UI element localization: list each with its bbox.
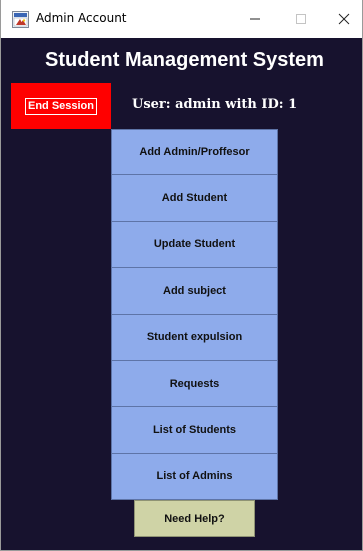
list-of-admins-button[interactable]: List of Admins [111,453,278,501]
need-help-button[interactable]: Need Help? [134,500,255,537]
app-title: Student Management System [45,49,324,71]
window-title: Admin Account [36,11,127,25]
close-button[interactable] [325,0,362,38]
title-bar[interactable]: Admin Account [1,0,362,38]
maximize-icon [296,14,306,24]
update-student-button[interactable]: Update Student [111,221,278,269]
end-session-label: End Session [24,97,98,115]
maximize-button[interactable] [279,0,323,38]
end-session-button[interactable]: End Session [11,83,111,129]
minimize-button[interactable] [233,0,277,38]
admin-menu: Add Admin/Proffesor Add Student Update S… [111,129,278,501]
requests-button[interactable]: Requests [111,360,278,408]
java-app-icon [12,11,29,28]
add-student-button[interactable]: Add Student [111,175,278,222]
minimize-icon [250,18,260,20]
add-subject-button[interactable]: Add subject [111,268,278,315]
main-panel: Student Management System End Session Us… [1,38,362,550]
add-admin-professor-button[interactable]: Add Admin/Proffesor [111,129,278,176]
student-expulsion-button[interactable]: Student expulsion [111,314,278,361]
admin-account-window: Admin Account Student Management System … [0,0,363,551]
close-icon [338,13,350,25]
user-info-label: User: admin with ID: 1 [132,97,298,112]
list-of-students-button[interactable]: List of Students [111,407,278,454]
